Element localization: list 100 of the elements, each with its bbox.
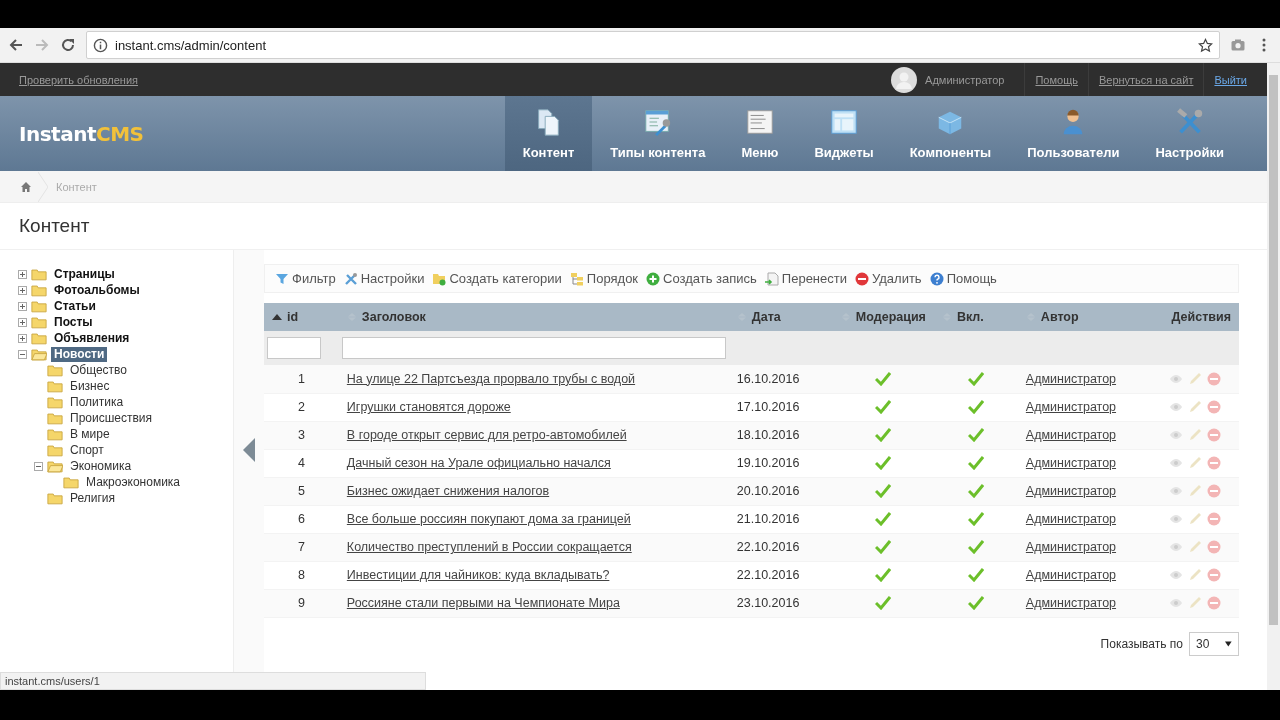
title-link[interactable]: Бизнес ожидает снижения налогов (346, 484, 550, 498)
forward-icon[interactable] (34, 37, 50, 53)
title-link[interactable]: Дачный сезон на Урале официально начался (346, 456, 611, 470)
tree-item[interactable]: В мире (67, 426, 113, 442)
author-link[interactable]: Администратор (1025, 540, 1117, 554)
tree-item[interactable]: Фотоальбомы (51, 282, 143, 298)
admin-link[interactable]: Вернуться на сайт (1098, 73, 1194, 86)
nav-tab[interactable]: Меню (723, 96, 797, 171)
back-icon[interactable] (8, 37, 24, 53)
tree-item[interactable]: Макроэкономика (83, 474, 184, 490)
tree-item[interactable]: Происшествия (67, 410, 156, 426)
title-link[interactable]: Игрушки становятся дороже (346, 400, 511, 414)
tree-item[interactable]: Спорт (67, 442, 107, 458)
pencil-icon[interactable] (1188, 428, 1202, 442)
toolbar-button[interactable]: Удалить (855, 271, 922, 286)
check-icon[interactable] (875, 400, 892, 415)
tree-item[interactable]: Посты (51, 314, 96, 330)
column-header[interactable]: Дата (728, 303, 833, 331)
tree-item[interactable]: Новости (51, 346, 108, 362)
title-link[interactable]: Количество преступлений в России сокращается (346, 540, 632, 554)
toolbar-button[interactable]: Фильтр (275, 271, 336, 286)
tree-item[interactable]: Экономика (67, 458, 135, 474)
reload-icon[interactable] (60, 37, 76, 53)
check-icon[interactable] (967, 400, 984, 415)
delete-icon[interactable] (1207, 456, 1221, 470)
author-link[interactable]: Администратор (1025, 596, 1117, 610)
author-link[interactable]: Администратор (1025, 400, 1117, 414)
check-icon[interactable] (875, 568, 892, 583)
check-icon[interactable] (875, 428, 892, 443)
tree-item[interactable]: Страницы (51, 266, 118, 282)
expand-icon[interactable] (18, 285, 27, 295)
home-icon[interactable] (20, 180, 32, 193)
expand-icon[interactable] (18, 317, 27, 327)
eye-icon[interactable] (1169, 400, 1183, 414)
eye-icon[interactable] (1169, 596, 1183, 610)
pencil-icon[interactable] (1188, 456, 1202, 470)
check-icon[interactable] (967, 568, 984, 583)
delete-icon[interactable] (1207, 400, 1221, 414)
toolbar-button[interactable]: Порядок (569, 271, 639, 286)
check-icon[interactable] (875, 596, 892, 611)
nav-tab[interactable]: Типы контента (592, 96, 724, 171)
pencil-icon[interactable] (1188, 371, 1202, 386)
delete-icon[interactable] (1207, 512, 1221, 526)
tree-item[interactable]: Политика (67, 394, 127, 410)
delete-icon[interactable] (1207, 568, 1221, 582)
address-bar[interactable]: instant.cms/admin/content (86, 31, 1220, 59)
tree-item[interactable]: Религия (67, 490, 119, 506)
camera-icon[interactable] (1230, 37, 1246, 53)
delete-icon[interactable] (1207, 428, 1221, 442)
check-icon[interactable] (967, 372, 984, 387)
check-icon[interactable] (967, 456, 984, 471)
nav-tab[interactable]: Компоненты (891, 96, 1010, 171)
title-link[interactable]: Россияне стали первыми на Чемпионате Мира (346, 596, 620, 610)
title-link[interactable]: В городе открыт сервис для ретро-автомобилей (346, 428, 627, 442)
eye-icon[interactable] (1169, 428, 1183, 442)
delete-icon[interactable] (1207, 596, 1221, 610)
column-header[interactable]: Действия (1161, 303, 1239, 331)
star-icon[interactable] (1198, 37, 1213, 53)
expand-icon[interactable] (18, 301, 27, 311)
check-updates-link[interactable]: Проверить обновления (19, 73, 138, 86)
logout-link[interactable]: Выйти (1214, 73, 1247, 86)
nav-tab[interactable]: Контент (504, 96, 593, 171)
author-link[interactable]: Администратор (1025, 568, 1117, 582)
eye-icon[interactable] (1169, 512, 1183, 526)
author-link[interactable]: Администратор (1025, 484, 1117, 498)
page-size-select[interactable]: 30 (1189, 631, 1239, 656)
nav-tab[interactable]: Виджеты (796, 96, 892, 171)
title-filter-field[interactable] (341, 337, 726, 359)
delete-icon[interactable] (1207, 540, 1221, 554)
author-link[interactable]: Администратор (1025, 371, 1117, 386)
toolbar-button[interactable]: Настройки (343, 271, 425, 286)
toolbar-button[interactable]: Помощь (929, 271, 997, 286)
check-icon[interactable] (875, 456, 892, 471)
check-icon[interactable] (967, 484, 984, 499)
delete-icon[interactable] (1207, 371, 1221, 386)
eye-icon[interactable] (1169, 540, 1183, 554)
tree-item[interactable]: Объявления (51, 330, 133, 346)
pencil-icon[interactable] (1188, 540, 1202, 554)
check-icon[interactable] (967, 540, 984, 555)
check-icon[interactable] (875, 512, 892, 527)
check-icon[interactable] (875, 484, 892, 499)
check-icon[interactable] (967, 596, 984, 611)
pencil-icon[interactable] (1188, 512, 1202, 526)
tree-item[interactable]: Общество (67, 362, 131, 378)
collapse-icon[interactable] (18, 349, 27, 359)
expand-icon[interactable] (18, 269, 27, 279)
eye-icon[interactable] (1169, 568, 1183, 582)
author-link[interactable]: Администратор (1025, 428, 1117, 442)
tree-item[interactable]: Статьи (51, 298, 99, 314)
pencil-icon[interactable] (1188, 568, 1202, 582)
tree-item[interactable]: Бизнес (67, 378, 113, 394)
title-link[interactable]: На улице 22 Партсъезда прорвало трубы с водой (346, 371, 636, 386)
column-header[interactable]: Модерация (832, 303, 934, 331)
logo[interactable]: InstantCMS (19, 121, 144, 146)
collapse-icon[interactable] (34, 461, 43, 471)
eye-icon[interactable] (1169, 484, 1183, 498)
check-icon[interactable] (967, 512, 984, 527)
title-link[interactable]: Все больше россиян покупают дома за границей (346, 512, 631, 526)
pencil-icon[interactable] (1188, 400, 1202, 414)
check-icon[interactable] (875, 372, 892, 387)
